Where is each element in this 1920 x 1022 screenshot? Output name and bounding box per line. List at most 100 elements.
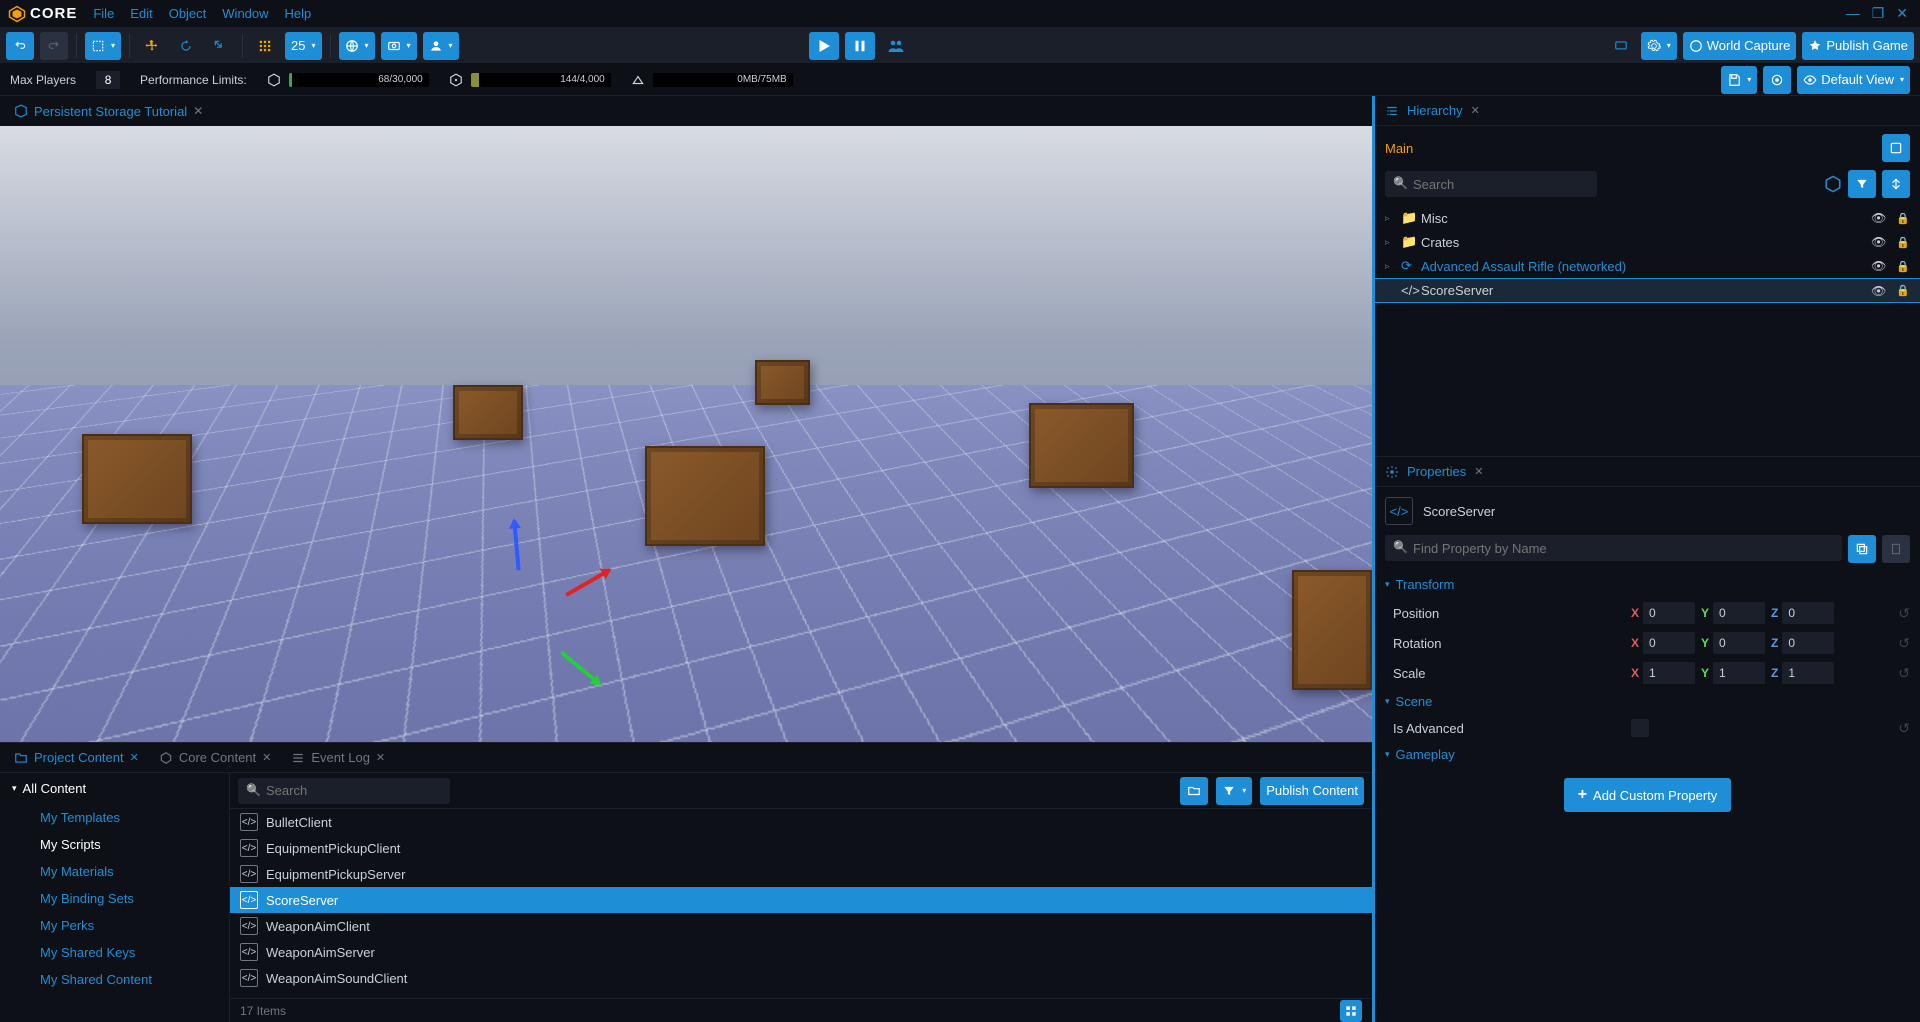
window-close-icon[interactable]: ✕	[1892, 5, 1912, 22]
hierarchy-row[interactable]: ▹📁Misc👁🔒	[1375, 206, 1920, 230]
content-item[interactable]: </>BulletClient	[230, 809, 1372, 835]
snap-value-button[interactable]: 25▾	[285, 32, 321, 60]
open-folder-button[interactable]	[1180, 777, 1208, 805]
close-icon[interactable]: ✕	[130, 751, 139, 764]
window-maximize-icon[interactable]: ❐	[1868, 5, 1889, 22]
content-search-input[interactable]	[238, 778, 450, 804]
hierarchy-root[interactable]: Main	[1385, 141, 1874, 156]
close-icon[interactable]: ✕	[193, 104, 203, 118]
menu-edit[interactable]: Edit	[130, 6, 152, 21]
menu-object[interactable]: Object	[169, 6, 207, 21]
content-item[interactable]: </>WeaponAimServer	[230, 939, 1372, 965]
target-button[interactable]	[1763, 66, 1791, 94]
visibility-icon[interactable]: 👁	[1871, 284, 1886, 298]
reset-icon[interactable]: ↺	[1898, 605, 1910, 622]
sidebar-item[interactable]: My Perks	[0, 912, 229, 939]
publish-content-button[interactable]: Publish Content	[1260, 777, 1364, 805]
settings-gear-button[interactable]: ▾	[1641, 32, 1677, 60]
scene-tab[interactable]: Persistent Storage Tutorial ✕	[4, 96, 213, 126]
publish-game-button[interactable]: Publish Game	[1802, 32, 1914, 60]
content-item[interactable]: </>EquipmentPickupClient	[230, 835, 1372, 861]
lock-icon[interactable]: 🔒	[1896, 284, 1910, 297]
add-custom-property-button[interactable]: +Add Custom Property	[1564, 778, 1732, 812]
scale-tool-button[interactable]	[206, 32, 234, 60]
cube-filter-icon[interactable]	[1824, 175, 1842, 193]
content-item[interactable]: </>ScoreServer	[230, 887, 1372, 913]
visibility-icon[interactable]: 👁	[1871, 211, 1886, 225]
is-advanced-checkbox[interactable]	[1631, 719, 1649, 737]
lock-icon[interactable]: 🔒	[1896, 236, 1910, 249]
rotate-tool-button[interactable]	[172, 32, 200, 60]
section-scene[interactable]: Scene	[1375, 688, 1920, 715]
sidebar-item[interactable]: My Shared Content	[0, 966, 229, 993]
sidebar-item[interactable]: My Shared Keys	[0, 939, 229, 966]
tab-event-log[interactable]: Event Log✕	[281, 743, 395, 773]
hierarchy-row[interactable]: </>ScoreServer👁🔒	[1375, 278, 1920, 303]
move-tool-button[interactable]	[138, 32, 166, 60]
property-search-input[interactable]	[1385, 535, 1842, 561]
play-button[interactable]	[809, 32, 839, 60]
rotation-z-input[interactable]	[1782, 632, 1834, 654]
rotation-x-input[interactable]	[1643, 632, 1695, 654]
sidebar-item[interactable]: My Templates	[0, 804, 229, 831]
close-icon[interactable]: ✕	[1474, 465, 1483, 478]
scale-y-input[interactable]	[1713, 662, 1765, 684]
tab-project-content[interactable]: Project Content✕	[4, 743, 149, 773]
hierarchy-row[interactable]: ▹📁Crates👁🔒	[1375, 230, 1920, 254]
copy-button[interactable]	[1848, 535, 1876, 563]
position-y-input[interactable]	[1713, 602, 1765, 624]
grid-view-button[interactable]	[1340, 1000, 1362, 1022]
hierarchy-collapse-button[interactable]	[1882, 170, 1910, 198]
menu-help[interactable]: Help	[285, 6, 312, 21]
select-mode-button[interactable]: ▾	[85, 32, 121, 60]
multiplayer-preview-button[interactable]	[881, 32, 911, 60]
close-icon[interactable]: ✕	[376, 751, 385, 764]
content-item[interactable]: </>WeaponAimSoundClient	[230, 965, 1372, 991]
default-view-button[interactable]: Default View▾	[1797, 66, 1910, 94]
hierarchy-row[interactable]: ▹⟳Advanced Assault Rifle (networked)👁🔒	[1375, 254, 1920, 278]
sidebar-item[interactable]: My Scripts	[0, 831, 229, 858]
visibility-icon[interactable]: 👁	[1871, 235, 1886, 249]
close-icon[interactable]: ✕	[1471, 104, 1480, 117]
folder-icon	[14, 751, 28, 765]
tab-core-content[interactable]: Core Content✕	[149, 743, 282, 773]
window-minimize-icon[interactable]: —	[1842, 5, 1864, 22]
viewport-3d[interactable]	[0, 126, 1372, 742]
world-capture-button[interactable]: World Capture	[1683, 32, 1797, 60]
position-z-input[interactable]	[1782, 602, 1834, 624]
camera-button[interactable]: ▾	[381, 32, 417, 60]
reset-icon[interactable]: ↺	[1898, 720, 1910, 737]
menu-window[interactable]: Window	[222, 6, 268, 21]
net-objects-bar: 144/4,000	[471, 73, 611, 87]
undo-button[interactable]	[6, 32, 34, 60]
sidebar-item[interactable]: My Materials	[0, 858, 229, 885]
sidebar-item[interactable]: My Binding Sets	[0, 885, 229, 912]
world-space-button[interactable]: ▾	[339, 32, 375, 60]
visibility-icon[interactable]: 👁	[1871, 259, 1886, 273]
grid-snap-button[interactable]	[251, 32, 279, 60]
reset-icon[interactable]: ↺	[1898, 635, 1910, 652]
content-item[interactable]: </>EquipmentPickupServer	[230, 861, 1372, 887]
object-name: ScoreServer	[1423, 504, 1495, 519]
hierarchy-search-input[interactable]	[1385, 171, 1597, 197]
pause-button[interactable]	[845, 32, 875, 60]
filter-button[interactable]: ▾	[1216, 777, 1252, 805]
save-button[interactable]: ▾	[1721, 66, 1757, 94]
scale-x-input[interactable]	[1643, 662, 1695, 684]
lock-icon[interactable]: 🔒	[1896, 212, 1910, 225]
scene-settings-button[interactable]	[1882, 134, 1910, 162]
menu-file[interactable]: File	[93, 6, 114, 21]
reset-icon[interactable]: ↺	[1898, 665, 1910, 682]
hierarchy-filter-button[interactable]	[1848, 170, 1876, 198]
rotation-y-input[interactable]	[1713, 632, 1765, 654]
scale-z-input[interactable]	[1782, 662, 1834, 684]
position-x-input[interactable]	[1643, 602, 1695, 624]
screen-share-icon[interactable]	[1607, 32, 1635, 60]
avatar-button[interactable]: ▾	[423, 32, 459, 60]
section-gameplay[interactable]: Gameplay	[1375, 741, 1920, 768]
content-item[interactable]: </>WeaponAimClient	[230, 913, 1372, 939]
all-content-header[interactable]: ▾All Content	[0, 773, 229, 804]
close-icon[interactable]: ✕	[262, 751, 271, 764]
section-transform[interactable]: Transform	[1375, 571, 1920, 598]
lock-icon[interactable]: 🔒	[1896, 260, 1910, 273]
